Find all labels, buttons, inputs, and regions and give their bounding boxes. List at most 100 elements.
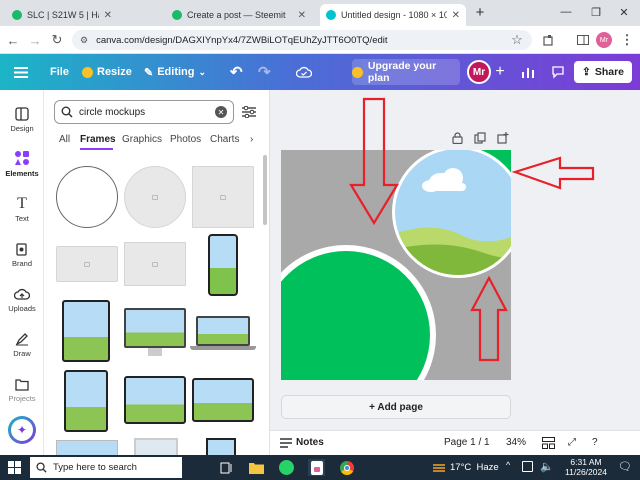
profile-avatar[interactable]: Mr (596, 32, 612, 48)
frame-partial[interactable] (56, 440, 118, 455)
rail-item-brand[interactable]: Brand (0, 233, 44, 277)
rail-label: Design (10, 124, 34, 133)
tab-photos[interactable]: Photos (170, 134, 201, 145)
redo-icon[interactable]: ↷ (258, 62, 271, 82)
rect-frame-grey[interactable] (124, 242, 186, 286)
rail-item-design[interactable]: Design (0, 98, 44, 142)
canva-app-icon[interactable] (308, 459, 325, 476)
help-icon[interactable]: ? (592, 437, 598, 448)
frame-partial[interactable] (134, 438, 178, 455)
rail-item-uploads[interactable]: Uploads (0, 278, 44, 322)
url-bar[interactable]: ⚙ canva.com/design/DAGXIYnpYx4/7ZWBiLOTq… (72, 30, 532, 50)
add-collaborator-icon[interactable]: + (490, 62, 510, 82)
url-text: canva.com/design/DAGXIYnpYx4/7ZWBiLOTqEU… (96, 34, 388, 46)
share-button[interactable]: ⇪ Share (574, 61, 632, 83)
tabs-scroll-right-icon[interactable]: › (250, 134, 253, 145)
monitor-mockup-frame[interactable] (124, 308, 186, 348)
back-arrow-icon[interactable]: ← (4, 31, 22, 49)
resize-button[interactable]: Resize (82, 62, 132, 82)
tablet-landscape-frame-2[interactable] (192, 378, 254, 422)
clear-search-icon[interactable]: ✕ (215, 106, 227, 118)
laptop-mockup-frame[interactable] (196, 316, 250, 346)
search-value: circle mockups (79, 106, 146, 118)
expand-icon[interactable]: ⤢ (568, 437, 576, 448)
editing-mode-dropdown[interactable]: ✎ Editing ⌄ (144, 62, 206, 82)
file-menu-button[interactable]: File (50, 62, 69, 82)
upgrade-label: Upgrade your plan (367, 60, 437, 84)
extensions-icon[interactable] (540, 31, 558, 49)
cloud-saved-icon[interactable] (296, 62, 312, 82)
weather-text[interactable]: 17°C Haze (450, 462, 499, 473)
clock-date: 11/26/2024 (565, 467, 607, 477)
site-info-icon[interactable]: ⚙ (80, 35, 88, 46)
system-tray-arrow-icon[interactable]: ^ (506, 460, 510, 470)
browser-tab[interactable]: Create a post — Steemit ✕ (166, 4, 312, 26)
filter-sliders-icon[interactable] (238, 101, 260, 123)
rail-item-elements[interactable]: Elements (0, 142, 44, 186)
tab-all[interactable]: All (59, 134, 70, 145)
clock[interactable]: 6:31 AM 11/26/2024 (562, 457, 610, 477)
search-input[interactable]: circle mockups ✕ (54, 100, 234, 124)
tablet-landscape-frame[interactable] (124, 376, 186, 424)
grid-view-icon[interactable] (542, 437, 555, 449)
zoom-level[interactable]: 34% (506, 437, 526, 448)
tablet-portrait-frame[interactable] (64, 370, 108, 432)
panel-scrollbar[interactable] (263, 155, 267, 225)
upgrade-plan-button[interactable]: Upgrade your plan (352, 59, 460, 85)
close-tab-icon[interactable]: ✕ (104, 10, 112, 21)
whatsapp-icon[interactable] (278, 459, 295, 476)
magic-assistant-button[interactable]: ✦ (8, 416, 36, 444)
browser-menu-icon[interactable]: ⋮ (618, 31, 636, 49)
forward-arrow-icon[interactable]: → (26, 31, 44, 49)
reload-icon[interactable]: ↻ (48, 31, 66, 49)
windows-start-icon[interactable] (6, 459, 23, 476)
page-indicator[interactable]: Page 1 / 1 (444, 437, 490, 448)
sidebar-toggle-icon[interactable] (574, 31, 592, 49)
bookmark-star-icon[interactable]: ☆ (508, 31, 526, 49)
canva-favicon-icon (326, 10, 336, 20)
close-tab-icon[interactable]: ✕ (452, 10, 460, 21)
layout-icon (15, 107, 29, 121)
insights-chart-icon[interactable] (518, 62, 538, 82)
chrome-icon[interactable] (338, 459, 355, 476)
frame-partial[interactable] (206, 438, 236, 455)
new-tab-button[interactable]: + (470, 4, 490, 21)
task-view-icon[interactable] (218, 459, 235, 476)
tab-frames[interactable]: Frames (80, 134, 116, 145)
close-tab-icon[interactable]: ✕ (298, 10, 306, 21)
undo-icon[interactable]: ↶ (230, 62, 243, 82)
tab-graphics[interactable]: Graphics (122, 134, 162, 145)
taskbar-search-input[interactable]: Type here to search (30, 457, 182, 478)
search-icon (61, 106, 73, 118)
tab-title: Create a post — Steemit (187, 10, 286, 20)
speaker-icon[interactable]: 🔈 (540, 460, 554, 473)
browser-address-bar: ← → ↻ ⚙ canva.com/design/DAGXIYnpYx4/7ZW… (0, 26, 640, 54)
hamburger-menu-icon[interactable] (14, 62, 28, 82)
rail-item-draw[interactable]: Draw (0, 323, 44, 367)
browser-tab-active[interactable]: Untitled design - 1080 × 1080p ✕ (320, 4, 466, 26)
close-window-button[interactable]: ✕ (614, 4, 634, 20)
square-frame-grey[interactable] (192, 166, 254, 228)
red-arrow-left-icon (511, 156, 595, 190)
circle-frame-grey[interactable] (124, 166, 186, 228)
share-upload-icon: ⇪ (582, 66, 591, 78)
add-page-button[interactable]: + Add page (281, 395, 511, 419)
user-avatar[interactable]: Mr (467, 60, 491, 84)
phone-mockup-frame[interactable] (208, 234, 238, 296)
tab-charts[interactable]: Charts (210, 134, 239, 145)
tablet-mockup-frame[interactable] (62, 300, 110, 362)
browser-tab[interactable]: SLC | S21W 5 | Hands-On Practic ✕ (6, 4, 118, 26)
rail-item-projects[interactable]: Projects (0, 368, 44, 412)
minimize-button[interactable]: — (556, 4, 576, 20)
maximize-button[interactable]: ❐ (586, 4, 606, 20)
notes-button[interactable]: Notes (280, 437, 324, 448)
rail-item-text[interactable]: T Text (0, 188, 44, 232)
folder-icon (15, 378, 29, 391)
wide-frame-grey[interactable] (56, 246, 118, 282)
notification-icon[interactable]: 🗨 (618, 460, 632, 473)
comment-icon[interactable] (548, 62, 568, 82)
file-explorer-icon[interactable] (248, 459, 265, 476)
network-icon[interactable] (522, 461, 533, 472)
circle-frame-outlined[interactable] (56, 166, 118, 228)
search-icon (36, 462, 47, 473)
